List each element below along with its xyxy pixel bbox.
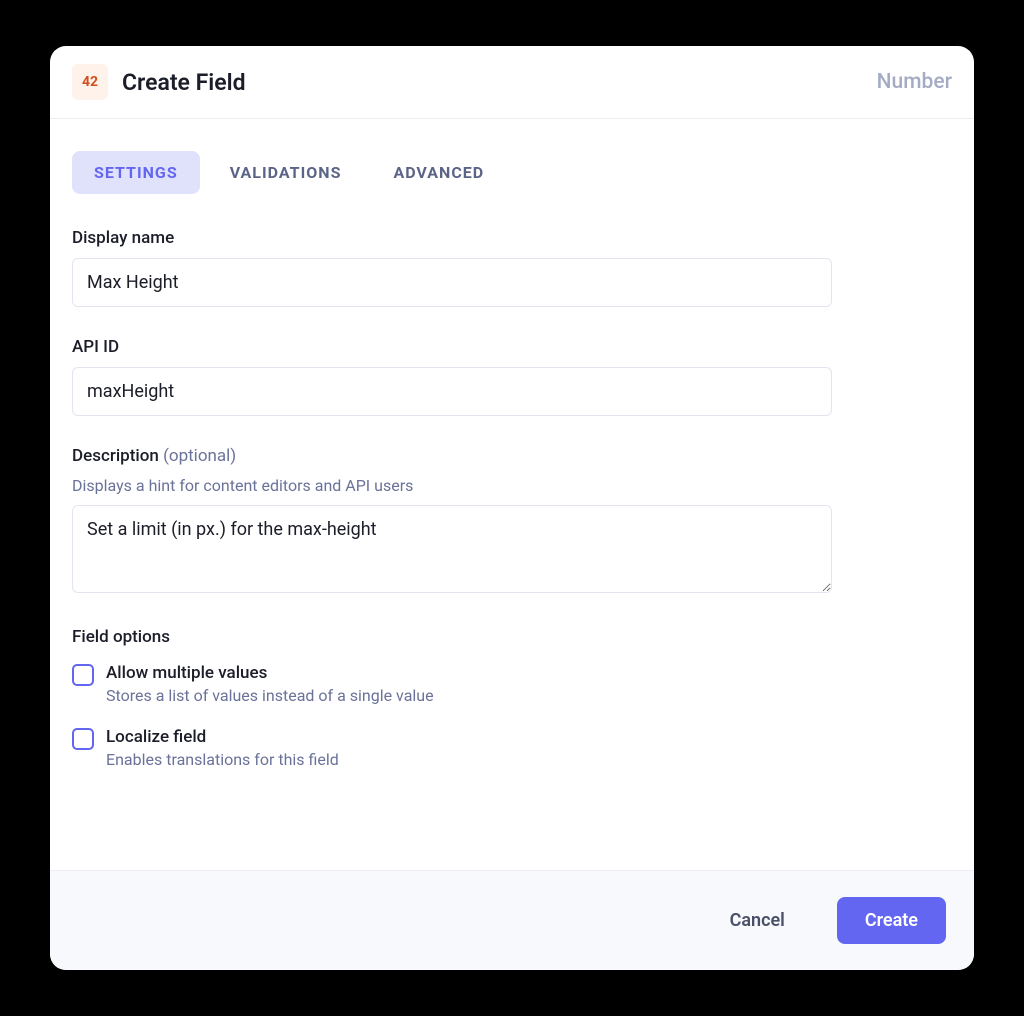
api-id-label: API ID [72, 337, 952, 357]
api-id-input[interactable] [72, 367, 832, 416]
description-hint: Displays a hint for content editors and … [72, 476, 952, 495]
localize-title: Localize field [106, 727, 339, 747]
localize-checkbox[interactable] [72, 728, 94, 750]
description-optional-tag: (optional) [163, 446, 236, 466]
create-button[interactable]: Create [837, 897, 946, 944]
header-left: 42 Create Field [72, 64, 246, 100]
field-options-title: Field options [72, 627, 952, 647]
number-icon: 42 [72, 64, 108, 100]
allow-multiple-checkbox[interactable] [72, 664, 94, 686]
modal-footer: Cancel Create [50, 870, 974, 970]
modal-title: Create Field [122, 69, 246, 96]
tab-advanced[interactable]: ADVANCED [371, 151, 506, 194]
cancel-button[interactable]: Cancel [702, 897, 813, 944]
allow-multiple-option: Allow multiple values Stores a list of v… [72, 663, 952, 705]
description-label-text: Description [72, 446, 163, 466]
display-name-group: Display name [72, 228, 952, 307]
description-label: Description (optional) [72, 446, 952, 466]
allow-multiple-desc: Stores a list of values instead of a sin… [106, 686, 434, 705]
field-type-label: Number [877, 70, 952, 94]
display-name-input[interactable] [72, 258, 832, 307]
tab-settings[interactable]: SETTINGS [72, 151, 200, 194]
tabs: SETTINGS VALIDATIONS ADVANCED [72, 151, 952, 194]
localize-option: Localize field Enables translations for … [72, 727, 952, 769]
description-group: Description (optional) Displays a hint f… [72, 446, 952, 597]
localize-desc: Enables translations for this field [106, 750, 339, 769]
modal-body: SETTINGS VALIDATIONS ADVANCED Display na… [50, 119, 974, 870]
display-name-label: Display name [72, 228, 952, 248]
create-field-modal: 42 Create Field Number SETTINGS VALIDATI… [50, 46, 974, 970]
field-options-section: Field options Allow multiple values Stor… [72, 627, 952, 769]
modal-header: 42 Create Field Number [50, 46, 974, 119]
allow-multiple-title: Allow multiple values [106, 663, 434, 683]
allow-multiple-text: Allow multiple values Stores a list of v… [106, 663, 434, 705]
tab-validations[interactable]: VALIDATIONS [208, 151, 364, 194]
description-input[interactable] [72, 505, 832, 593]
localize-text: Localize field Enables translations for … [106, 727, 339, 769]
api-id-group: API ID [72, 337, 952, 416]
